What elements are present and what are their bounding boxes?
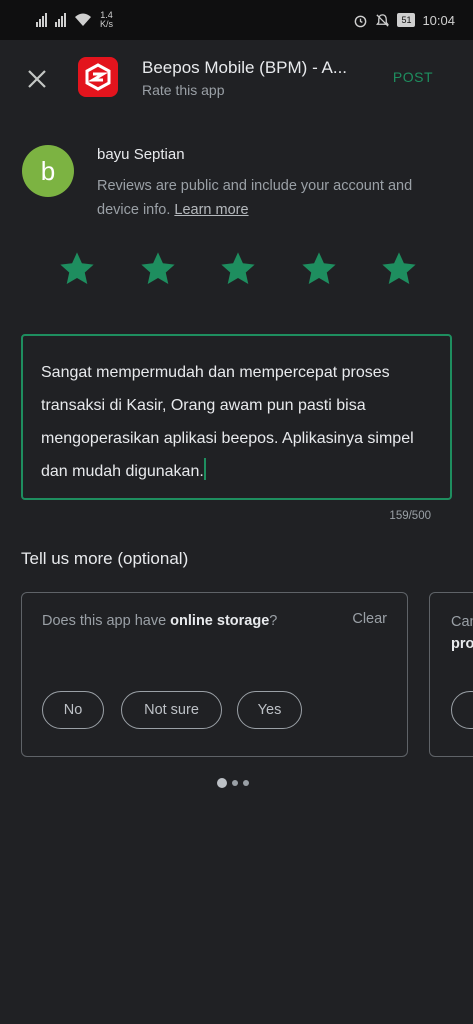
next-question-text: Can pro	[451, 611, 473, 655]
question-prefix: Does this app have	[42, 613, 171, 629]
app-icon	[78, 57, 118, 97]
learn-more-link[interactable]: Learn more	[174, 202, 248, 218]
star-icon-1[interactable]	[58, 250, 96, 288]
close-icon	[28, 70, 46, 88]
pagination-dots	[217, 778, 249, 788]
app-title: Beepos Mobile (BPM) - A...	[142, 58, 348, 77]
next-option-button[interactable]	[451, 691, 473, 729]
battery-icon: 51	[397, 13, 416, 27]
signal-icon	[36, 13, 47, 27]
net-speed: 1.4 K/s	[100, 11, 113, 29]
character-counter: 159/500	[389, 510, 431, 522]
user-name: bayu Septian	[97, 146, 185, 163]
wifi-icon	[75, 13, 91, 26]
option-yes-button[interactable]: Yes	[237, 691, 302, 729]
option-not-sure-button[interactable]: Not sure	[121, 691, 222, 729]
rate-subtitle: Rate this app	[142, 82, 225, 98]
status-bar: 1.4 K/s 51 10:04	[0, 0, 473, 40]
next-question-line2: pro	[451, 636, 473, 652]
star-icon-5[interactable]	[380, 250, 418, 288]
notifications-off-icon	[376, 13, 390, 27]
question-card-online-storage: Does this app have online storage? Clear…	[21, 592, 408, 757]
alarm-icon	[355, 15, 367, 27]
page-dot-3[interactable]	[243, 780, 249, 786]
page-dot-1[interactable]	[217, 778, 227, 788]
star-icon-4[interactable]	[300, 250, 338, 288]
next-question-line1: Can	[451, 614, 473, 630]
option-no-button[interactable]: No	[42, 691, 104, 729]
question-suffix: ?	[269, 613, 278, 629]
review-input[interactable]: Sangat mempermudah dan mempercepat prose…	[21, 334, 452, 500]
clock: 10:04	[422, 12, 455, 28]
question-card-next[interactable]: Can pro	[429, 592, 473, 757]
star-rating	[58, 250, 418, 290]
page-dot-2[interactable]	[232, 780, 238, 786]
header: Beepos Mobile (BPM) - A... Rate this app…	[0, 40, 473, 118]
tell-us-more-title: Tell us more (optional)	[21, 549, 189, 568]
star-icon-3[interactable]	[219, 250, 257, 288]
question-text: Does this app have online storage?	[42, 611, 332, 631]
signal-icon-2	[55, 13, 66, 27]
avatar: b	[22, 145, 74, 197]
review-disclaimer: Reviews are public and include your acco…	[97, 174, 437, 222]
clear-button[interactable]: Clear	[352, 611, 387, 627]
close-button[interactable]	[22, 64, 52, 94]
post-button[interactable]: POST	[393, 69, 433, 85]
review-text: Sangat mempermudah dan mempercepat prose…	[41, 364, 414, 480]
beepos-logo-icon	[85, 63, 111, 91]
text-cursor	[203, 458, 206, 480]
net-speed-unit: K/s	[100, 19, 114, 29]
disclaimer-text: Reviews are public and include your acco…	[97, 178, 413, 218]
question-bold: online storage	[170, 613, 270, 629]
star-icon-2[interactable]	[139, 250, 177, 288]
